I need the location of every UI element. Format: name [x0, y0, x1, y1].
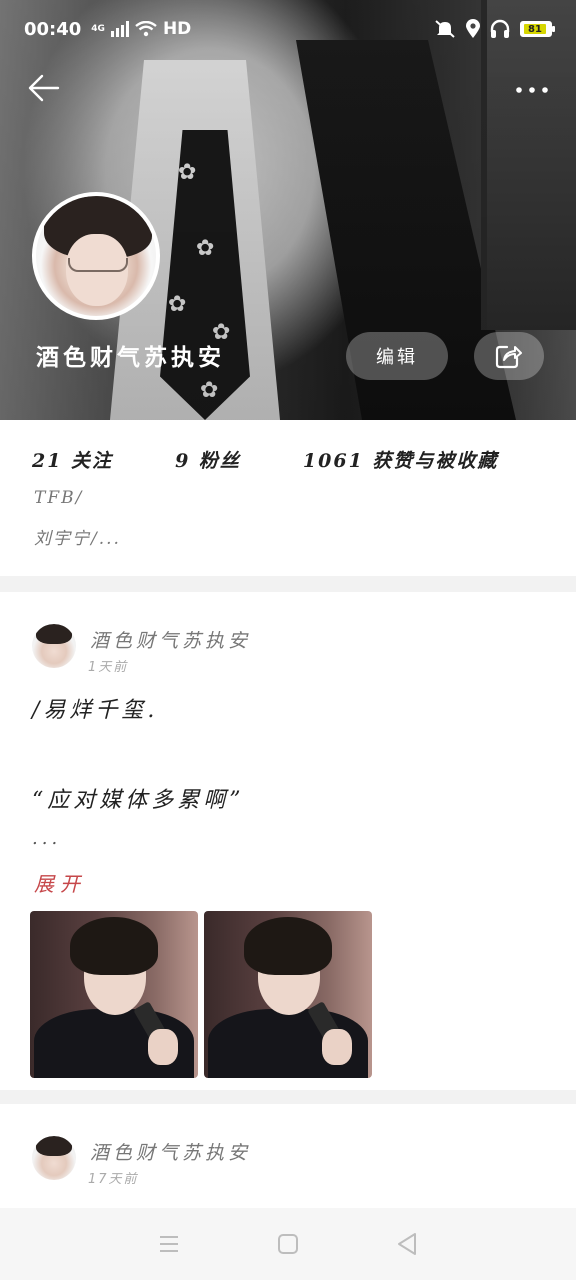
wifi-icon [135, 21, 157, 37]
post-card[interactable]: 酒色财气苏执安 17天前 [0, 1104, 576, 1214]
profile-header: ✿ ✿ ✿ ✿ ✿ 00:40 4G HD [0, 0, 576, 420]
nav-back-button[interactable] [387, 1224, 427, 1264]
more-button[interactable] [510, 72, 554, 108]
menu-icon [160, 1236, 179, 1252]
post-author-avatar[interactable] [32, 1136, 76, 1180]
post-time: 17天前 [88, 1172, 139, 1187]
likes-count[interactable]: 1061 获赞与被收藏 [303, 446, 499, 473]
network-label: 4G [91, 23, 105, 34]
battery-icon: 81 [520, 21, 555, 37]
signal-icon [110, 21, 129, 37]
bio-line: TFB/ [34, 488, 84, 508]
expand-link[interactable]: 展开 [34, 868, 86, 897]
back-triangle-icon [397, 1233, 416, 1255]
followers-count[interactable]: 9 粉丝 [175, 446, 241, 473]
status-bar: 00:40 4G HD 81 [0, 0, 576, 58]
avatar-glasses [68, 258, 128, 272]
battery-level: 81 [524, 24, 546, 35]
post-image[interactable] [30, 911, 198, 1078]
hd-label: HD [162, 19, 192, 39]
system-nav-bar [0, 1208, 576, 1280]
post-text-line: /易烊千玺. [32, 698, 159, 723]
post-time: 1天前 [88, 660, 129, 675]
profile-nickname: 酒色财气苏执安 [36, 344, 225, 371]
share-icon [495, 345, 522, 369]
home-square-icon [277, 1234, 298, 1254]
back-button[interactable] [26, 70, 66, 110]
status-left: 00:40 4G HD [24, 19, 191, 40]
bio-line: 刘宇宁/... [34, 529, 121, 549]
mute-icon [435, 20, 455, 38]
more-dots-icon [516, 87, 548, 93]
post-author-avatar[interactable] [32, 624, 76, 668]
share-button[interactable] [474, 332, 544, 380]
nav-home-button[interactable] [268, 1224, 308, 1264]
post-author-name[interactable]: 酒色财气苏执安 [90, 626, 251, 653]
profile-info: 21 关注 9 粉丝 1061 获赞与被收藏 TFB/ 刘宇宁/... [0, 420, 576, 576]
status-right: 81 [434, 19, 555, 39]
post-text-line: “应对媒体多累啊” [32, 788, 245, 813]
headphones-icon [490, 19, 510, 38]
edit-profile-button[interactable]: 编辑 [346, 332, 448, 380]
post-card[interactable]: 酒色财气苏执安 1天前 /易烊千玺. “应对媒体多累啊” ... 展开 [0, 592, 576, 1090]
arrow-left-icon [28, 74, 60, 102]
post-image[interactable] [204, 911, 372, 1078]
location-icon [466, 19, 480, 38]
status-time: 00:40 [24, 18, 82, 40]
profile-stats: 21 关注 9 粉丝 1061 获赞与被收藏 [32, 446, 498, 473]
profile-avatar[interactable] [32, 192, 160, 320]
following-count[interactable]: 21 关注 [32, 446, 113, 473]
post-text-line: ... [32, 828, 62, 849]
nav-menu-button[interactable] [149, 1224, 189, 1264]
post-author-name[interactable]: 酒色财气苏执安 [90, 1138, 251, 1165]
